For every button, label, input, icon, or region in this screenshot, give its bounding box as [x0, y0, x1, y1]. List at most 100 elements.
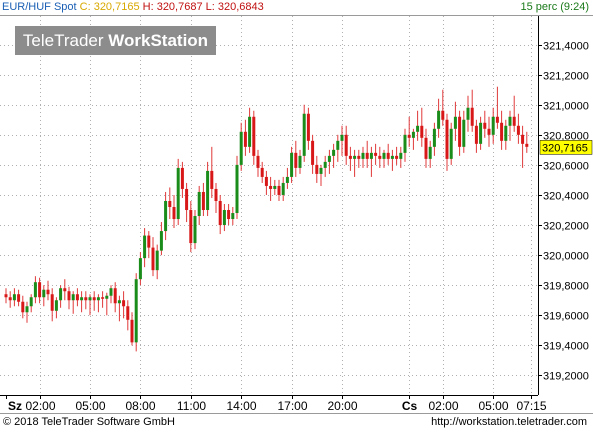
candle-body	[231, 213, 235, 220]
candle-body	[4, 294, 8, 298]
candle-body	[38, 282, 42, 298]
candle-body	[474, 125, 478, 144]
candle	[474, 119, 478, 153]
candle	[491, 107, 495, 144]
candle	[500, 110, 504, 150]
candle	[428, 140, 432, 168]
candle	[319, 164, 323, 186]
candle-body	[487, 128, 491, 135]
source-url[interactable]: http://workstation.teletrader.com	[431, 414, 587, 431]
candle-body	[437, 110, 441, 129]
candle-body	[512, 116, 516, 126]
candle	[155, 244, 159, 280]
candle	[25, 301, 29, 323]
candle	[353, 149, 357, 177]
x-tick-label: 14:00	[226, 399, 256, 413]
candle-body	[294, 152, 298, 168]
candle-body	[348, 155, 352, 159]
candle-body	[453, 116, 457, 129]
candle	[239, 122, 243, 171]
candle	[252, 110, 256, 165]
candle	[424, 128, 428, 168]
candle	[449, 122, 453, 165]
candle	[495, 86, 499, 129]
candle-body	[88, 297, 92, 301]
candle-body	[369, 152, 373, 159]
candle-body	[374, 152, 378, 156]
candle	[109, 285, 113, 304]
candle	[483, 110, 487, 138]
candle	[84, 291, 88, 310]
candle-body	[479, 122, 483, 144]
candle	[432, 122, 436, 156]
y-tick-label: 321,2000	[543, 71, 589, 83]
candle-body	[298, 155, 302, 168]
candle	[504, 119, 508, 150]
candlestick-chart[interactable]: 321,4000321,2000321,0000320,8000320,6000…	[0, 0, 593, 431]
candle-body	[101, 297, 105, 299]
candle	[269, 176, 273, 201]
candle-body	[134, 279, 138, 343]
candle	[298, 149, 302, 174]
candle-body	[390, 155, 394, 159]
candle-body	[416, 125, 420, 132]
candle	[407, 116, 411, 147]
candle	[96, 294, 100, 313]
candle	[105, 292, 109, 316]
x-tick-label: Cs	[402, 399, 418, 413]
candle	[222, 203, 226, 232]
candle	[197, 185, 201, 226]
candle-body	[285, 176, 289, 183]
candle	[59, 285, 63, 308]
candle	[256, 149, 260, 177]
candle-body	[180, 167, 184, 189]
x-axis: Sz 02:00 05:00 08:00 11:00 14:00 17:00 20:00 Cs 0…	[0, 395, 547, 413]
candle	[92, 291, 96, 311]
candle-body	[302, 113, 306, 156]
candle	[159, 222, 163, 256]
candle-body	[491, 116, 495, 135]
candle-body	[495, 116, 499, 123]
candle-body	[84, 297, 88, 301]
y-tick-label: 320,0000	[543, 251, 589, 263]
candle-body	[378, 155, 382, 159]
candle-body	[243, 131, 247, 147]
candle-body	[508, 116, 512, 126]
candle	[33, 276, 37, 304]
y-tick-label: 319,2000	[543, 371, 589, 383]
candle	[273, 179, 277, 195]
x-tick-label: 08:00	[125, 399, 155, 413]
candle-body	[67, 291, 71, 301]
candle	[243, 119, 247, 156]
candle	[403, 128, 407, 162]
candle-body	[432, 128, 436, 147]
candle	[311, 134, 315, 174]
candle-body	[50, 294, 54, 311]
candle-body	[197, 191, 201, 217]
grid-lines	[0, 16, 538, 395]
candle	[302, 104, 306, 162]
candle	[479, 116, 483, 150]
candle	[399, 146, 403, 168]
candle-body	[12, 294, 16, 301]
x-tick-label: 05:00	[478, 399, 508, 413]
candle	[206, 161, 210, 217]
candle	[416, 110, 420, 141]
candle-body	[117, 300, 121, 304]
candle-body	[319, 167, 323, 174]
candle-body	[340, 134, 344, 141]
candle	[172, 194, 176, 229]
logo-brand-bold: WorkStation	[108, 31, 209, 50]
candle	[54, 297, 58, 319]
candle	[122, 291, 126, 319]
candle-body	[96, 297, 100, 301]
y-tick-label: 320,2000	[543, 221, 589, 233]
x-tick-label: 02:00	[428, 399, 458, 413]
candle	[138, 252, 142, 286]
candle	[17, 289, 21, 307]
teletrader-logo: TeleTrader WorkStation	[15, 26, 216, 55]
candle	[323, 155, 327, 177]
candle	[231, 207, 235, 226]
candle	[512, 95, 516, 132]
candle	[101, 291, 105, 308]
